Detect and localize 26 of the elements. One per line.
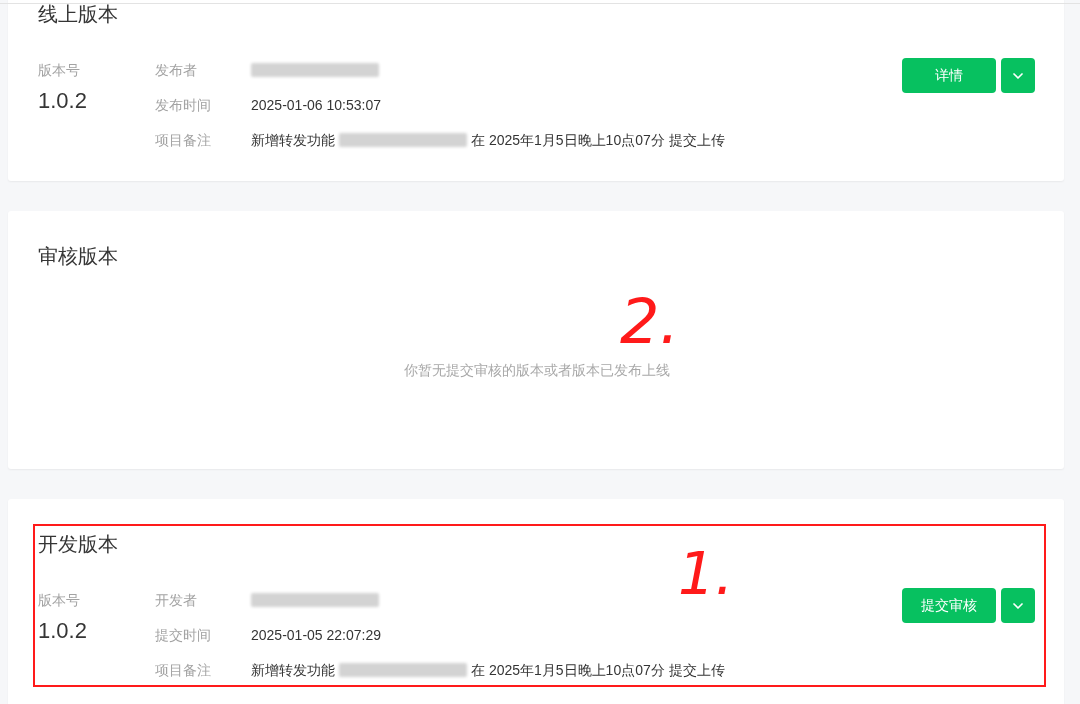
field-value: 新增转发功能: [251, 661, 335, 680]
version-number: 1.0.2: [38, 617, 88, 645]
handwritten-annotation: 1.: [678, 545, 734, 603]
field-value: 在 2025年1月5日晚上10点07分 提交上传: [471, 661, 725, 680]
section-title: 开发版本: [38, 534, 119, 554]
field-value: 在 2025年1月5日晚上10点07分 提交上传: [471, 131, 725, 150]
field-value: 2025-01-06 10:53:07: [251, 96, 381, 115]
section-title: 审核版本: [38, 246, 119, 266]
field-label: 发布时间: [155, 96, 212, 115]
field-value: 新增转发功能: [251, 131, 335, 150]
dropdown-button[interactable]: [1001, 58, 1035, 93]
section-title: 线上版本: [38, 4, 119, 24]
field-label: 版本号: [38, 61, 81, 80]
field-label: 提交时间: [155, 626, 212, 645]
field-label: 发布者: [155, 61, 198, 80]
field-label: 版本号: [38, 591, 81, 610]
primary-button[interactable]: 详情: [902, 58, 996, 93]
field-label: 项目备注: [155, 661, 212, 680]
dropdown-button[interactable]: [1001, 588, 1035, 623]
handwritten-annotation: 2.: [620, 291, 680, 353]
field-label: 项目备注: [155, 131, 212, 150]
field-label: 开发者: [155, 591, 198, 610]
field-value: 2025-01-05 22:07:29: [251, 626, 381, 645]
primary-button[interactable]: 提交审核: [902, 588, 996, 623]
version-number: 1.0.2: [38, 87, 88, 115]
empty-state-message: 你暂无提交审核的版本或者版本已发布上线: [403, 361, 670, 380]
